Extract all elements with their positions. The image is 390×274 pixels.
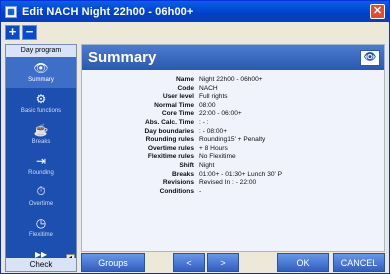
- close-button[interactable]: ✕: [370, 4, 385, 19]
- property-key: Shift: [179, 161, 194, 169]
- app-icon: ▦: [5, 5, 17, 18]
- ok-button[interactable]: OK: [277, 253, 329, 272]
- property-row: Core Time 22:00 - 06:00+: [82, 110, 386, 119]
- groups-button[interactable]: Groups: [81, 253, 145, 272]
- property-value: 08:00: [199, 101, 216, 109]
- property-row: Code NACH: [82, 85, 386, 94]
- prev-button[interactable]: <: [173, 253, 205, 272]
- sidebar-item-summary[interactable]: 👁 Summary: [6, 57, 76, 88]
- edit-window: ▦ Edit NACH Night 22h00 - 06h00+ ✕ + − D…: [0, 0, 390, 274]
- sidebar-item-label: Flexitime: [28, 232, 53, 238]
- property-value: + 8 Hours: [199, 144, 228, 152]
- property-row: Revisions Revised In : - 22:00: [82, 179, 386, 188]
- sidebar-item-flexitime[interactable]: ◷ Flexitime: [6, 212, 76, 243]
- property-row: Normal Time 08:00: [82, 102, 386, 111]
- property-list: Name Night 22h00 - 06h00+ Code NACH User l…: [82, 76, 386, 196]
- property-key: User level: [162, 93, 194, 101]
- window-title: Edit NACH Night 22h00 - 06h00+: [22, 5, 194, 18]
- sidebar-item-rounding[interactable]: ⇥ Rounding: [6, 150, 76, 181]
- property-key: Conditions: [159, 187, 194, 195]
- sidebar-item-label: Basic functions: [20, 108, 62, 114]
- property-value: Rounding15' + Penalty: [199, 136, 266, 144]
- remove-button[interactable]: −: [22, 25, 37, 40]
- property-row: Breaks 01:00+ - 01:30+ Lunch 30' P: [82, 171, 386, 180]
- sidebar-item-check[interactable]: Check: [6, 258, 76, 271]
- property-row: Shift Night: [82, 162, 386, 171]
- eye-icon[interactable]: 👁: [360, 50, 380, 66]
- add-button[interactable]: +: [5, 25, 20, 40]
- title-bar[interactable]: ▦ Edit NACH Night 22h00 - 06h00+ ✕: [1, 1, 389, 22]
- sidebar: Day program 👁 Summary ⚙ Basic functions …: [5, 44, 77, 272]
- property-key: Breaks: [172, 170, 194, 178]
- property-row: Name Night 22h00 - 06h00+: [82, 76, 386, 85]
- property-value: NACH: [199, 84, 218, 92]
- panel-header: Summary 👁: [82, 45, 384, 70]
- toolbar: + −: [5, 25, 37, 42]
- property-key: Rounding rules: [145, 136, 194, 144]
- next-button[interactable]: >: [207, 253, 239, 272]
- property-key: Revisions: [162, 179, 194, 187]
- sidebar-item-label: Overtime: [28, 201, 54, 207]
- property-row: Rounding rules Rounding15' + Penalty: [82, 136, 386, 145]
- property-value: 01:00+ - 01:30+ Lunch 30' P: [199, 170, 283, 178]
- property-key: Overtime rules: [147, 144, 194, 152]
- property-value: No Flexitime: [199, 153, 236, 161]
- property-row: Overtime rules + 8 Hours: [82, 145, 386, 154]
- property-key: Day boundaries: [144, 127, 194, 135]
- eye-icon: 👁: [33, 60, 49, 75]
- sidebar-item-overtime[interactable]: ⏱ Overtime: [6, 181, 76, 212]
- sidebar-item-label: Summary: [28, 77, 54, 83]
- property-value: Full rights: [199, 93, 228, 101]
- property-value: : - 08:00+: [199, 127, 228, 135]
- page-title: Summary: [88, 49, 157, 66]
- sidebar-item-basic-functions[interactable]: ⚙ Basic functions: [6, 88, 76, 119]
- property-row: Day boundaries : - 08:00+: [82, 128, 386, 137]
- property-key: Flexitime rules: [147, 153, 194, 161]
- property-key: Abs. Calc. Time: [145, 118, 194, 126]
- property-row: Abs. Calc. Time : - :: [82, 119, 386, 128]
- basic-functions-icon: ⚙: [35, 91, 47, 106]
- property-value: : - :: [199, 118, 209, 126]
- property-value: Night 22h00 - 06h00+: [199, 76, 263, 83]
- cancel-button[interactable]: CANCEL: [333, 253, 385, 272]
- sidebar-item-label: Rounding: [28, 170, 54, 176]
- sidebar-item-label: Breaks: [31, 139, 51, 145]
- property-key: Normal Time: [154, 101, 194, 109]
- property-value: Night: [199, 161, 215, 169]
- property-row: User level Full rights: [82, 93, 386, 102]
- rounding-icon: ⇥: [35, 153, 47, 168]
- overtime-icon: ⏱: [36, 184, 46, 198]
- property-key: Name: [176, 76, 194, 83]
- property-row: Flexitime rules No Flexitime: [82, 153, 386, 162]
- property-value: 22:00 - 06:00+: [199, 110, 242, 118]
- property-value: Revised In : - 22:00: [199, 179, 257, 187]
- sidebar-header: Day program: [6, 45, 76, 57]
- property-value: -: [199, 187, 202, 195]
- property-key: Core Time: [161, 110, 194, 118]
- summary-panel: Summary 👁 Name Night 22h00 - 06h00+ Code N…: [81, 44, 385, 252]
- cup-icon: ☕: [33, 122, 49, 137]
- button-bar: Groups < > OK CANCEL: [81, 253, 385, 272]
- clock-icon: ◷: [35, 215, 47, 230]
- sidebar-item-breaks[interactable]: ☕ Breaks: [6, 119, 76, 150]
- property-row: Conditions -: [82, 188, 386, 197]
- property-key: Code: [177, 84, 194, 92]
